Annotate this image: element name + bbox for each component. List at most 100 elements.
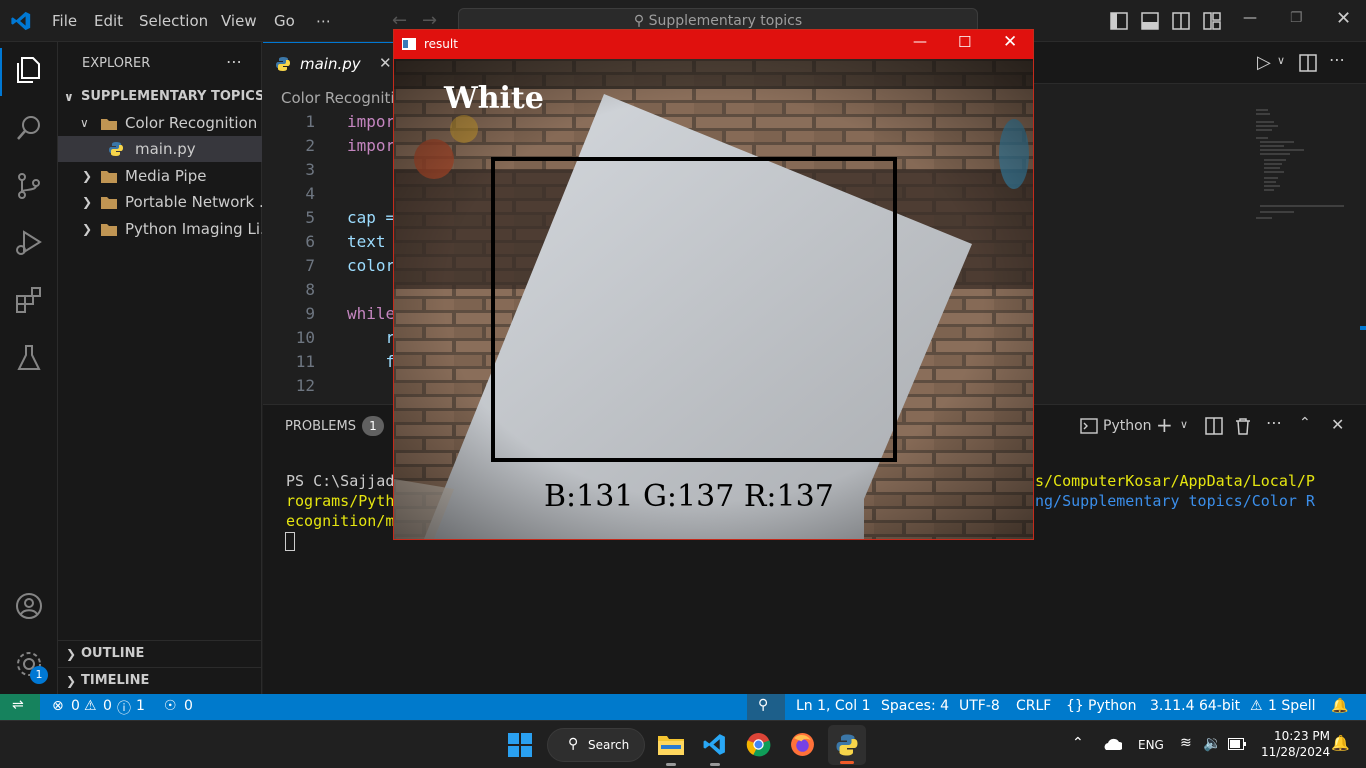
code-line[interactable]: impor xyxy=(347,136,395,155)
line-number: 10 xyxy=(295,328,315,347)
python-taskbar-app[interactable] xyxy=(828,725,866,765)
notification-bell-icon[interactable]: 🔔 xyxy=(1331,734,1350,752)
outline-section[interactable]: ❯ OUTLINE xyxy=(58,641,262,667)
run-python-icon[interactable]: ▷ xyxy=(1257,52,1271,73)
source-control-icon[interactable] xyxy=(13,170,45,202)
testing-icon[interactable] xyxy=(13,342,45,374)
input-language[interactable]: ENG xyxy=(1138,738,1164,752)
encoding[interactable]: UTF-8 xyxy=(959,698,1000,714)
remote-indicator[interactable]: ⇌ xyxy=(0,694,40,720)
zoom-status[interactable]: ⚲ xyxy=(747,694,785,720)
indentation[interactable]: Spaces: 4 xyxy=(881,698,949,714)
folder-portable-network[interactable]: ❯ Portable Network ... xyxy=(58,189,262,215)
line-number: 6 xyxy=(305,232,315,251)
error-count[interactable]: 0 xyxy=(71,698,80,714)
run-debug-icon[interactable] xyxy=(13,226,45,258)
onedrive-icon[interactable] xyxy=(1102,737,1122,751)
terminal-name[interactable]: Python xyxy=(1103,418,1152,434)
chrome-icon[interactable] xyxy=(746,732,771,757)
close-icon[interactable]: ✕ xyxy=(1003,32,1017,52)
restore-icon[interactable]: ❐ xyxy=(1290,10,1303,26)
workspace-root[interactable]: ∨ SUPPLEMENTARY TOPICS xyxy=(58,84,262,110)
volume-icon[interactable]: 🔉 xyxy=(1203,734,1222,752)
customize-layout-icon[interactable] xyxy=(1203,12,1221,30)
scrollbar-marker xyxy=(1360,326,1366,330)
folder-color-recognition[interactable]: ∨ Color Recognition xyxy=(58,110,262,136)
code-line[interactable]: r xyxy=(347,328,396,347)
taskbar-search[interactable]: ⚲ Search xyxy=(547,728,645,762)
language-mode[interactable]: Python xyxy=(1088,698,1137,714)
bell-icon[interactable]: 🔔 xyxy=(1331,698,1348,714)
explorer-more-button[interactable]: ⋯ xyxy=(226,52,242,71)
file-explorer-icon[interactable] xyxy=(658,733,684,755)
trash-icon[interactable] xyxy=(1235,417,1251,435)
close-panel-icon[interactable]: ✕ xyxy=(1331,415,1344,434)
menu-view[interactable]: View xyxy=(221,12,257,30)
forward-arrow-icon[interactable]: → xyxy=(422,10,437,31)
line-number: 5 xyxy=(305,208,315,227)
line-ending[interactable]: CRLF xyxy=(1016,698,1051,714)
warning-count[interactable]: 0 xyxy=(103,698,112,714)
windows-taskbar: ⚲ Search ⌃ ENG ≋ 🔉 10:23 PM 11/28/2024 🔔 xyxy=(0,720,1366,768)
code-line[interactable]: color xyxy=(347,256,395,275)
vscode-taskbar-icon[interactable] xyxy=(702,732,727,757)
bgr-values-label: B:131 G:137 R:137 xyxy=(544,479,834,514)
split-terminal-icon[interactable] xyxy=(1205,417,1223,435)
battery-icon[interactable] xyxy=(1228,738,1246,750)
code-line[interactable]: text xyxy=(347,232,395,251)
code-line[interactable]: cap = xyxy=(347,208,395,227)
menu-file[interactable]: File xyxy=(52,12,77,30)
timeline-section[interactable]: ❯ TIMELINE xyxy=(58,668,262,694)
minimize-icon[interactable]: — xyxy=(1243,10,1257,26)
terminal-line-right: s/ComputerKosar/AppData/Local/P xyxy=(1035,472,1315,490)
extensions-icon[interactable] xyxy=(13,284,45,316)
info-count[interactable]: 1 xyxy=(136,698,145,714)
clock-time[interactable]: 10:23 PM xyxy=(1274,729,1330,743)
code-line[interactable]: f xyxy=(347,352,396,371)
wifi-icon[interactable]: ≋ xyxy=(1180,735,1192,751)
breadcrumb[interactable]: Color Recognitio xyxy=(281,89,404,107)
spell-check[interactable]: 1 Spell xyxy=(1268,698,1316,714)
chevron-right-icon: ❯ xyxy=(82,222,93,236)
tab-close-icon[interactable]: ✕ xyxy=(379,54,392,72)
minimap[interactable] xyxy=(1254,108,1354,228)
panel-more-button[interactable]: ⋯ xyxy=(1266,413,1282,432)
python-icon xyxy=(836,734,858,756)
cursor-position[interactable]: Ln 1, Col 1 xyxy=(796,698,871,714)
explorer-icon[interactable] xyxy=(13,54,45,86)
toggle-panel-icon[interactable] xyxy=(1141,12,1159,30)
search-icon[interactable] xyxy=(13,112,45,144)
menu-selection[interactable]: Selection xyxy=(139,12,208,30)
firefox-icon[interactable] xyxy=(790,732,815,757)
clock-date[interactable]: 11/28/2024 xyxy=(1261,745,1330,759)
chevron-down-icon[interactable]: ∨ xyxy=(1277,54,1285,67)
accounts-icon[interactable] xyxy=(13,590,45,622)
code-line[interactable]: while xyxy=(347,304,395,323)
tab-problems[interactable]: PROBLEMS xyxy=(285,419,356,434)
chevron-up-icon[interactable]: ⌃ xyxy=(1072,735,1084,751)
menu-go[interactable]: Go xyxy=(274,12,295,30)
menu-edit[interactable]: Edit xyxy=(94,12,123,30)
folder-media-pipe[interactable]: ❯ Media Pipe xyxy=(58,163,262,189)
toggle-sidebar-icon[interactable] xyxy=(1110,12,1128,30)
maximize-panel-icon[interactable]: ⌃ xyxy=(1299,415,1311,431)
folder-label: Portable Network ... xyxy=(125,193,262,211)
file-main-py[interactable]: main.py xyxy=(58,136,262,162)
new-terminal-icon[interactable]: + xyxy=(1156,413,1173,437)
toggle-secondary-sidebar-icon[interactable] xyxy=(1172,12,1190,30)
code-line[interactable]: impor xyxy=(347,112,395,131)
menu-more[interactable]: ⋯ xyxy=(316,12,331,30)
back-arrow-icon[interactable]: ← xyxy=(392,10,407,31)
maximize-icon[interactable]: ☐ xyxy=(958,33,971,51)
chevron-down-icon[interactable]: ∨ xyxy=(1180,418,1188,431)
python-interpreter[interactable]: 3.11.4 64-bit xyxy=(1150,698,1240,714)
split-editor-icon[interactable] xyxy=(1299,54,1317,72)
folder-python-imaging[interactable]: ❯ Python Imaging Li... xyxy=(58,216,262,242)
windows-start-icon[interactable] xyxy=(508,733,532,757)
ports-count[interactable]: 0 xyxy=(184,698,193,714)
tab-main-py[interactable]: main.py ✕ xyxy=(263,42,398,84)
minimize-icon[interactable]: — xyxy=(913,34,927,50)
zoom-icon: ⚲ xyxy=(758,697,769,713)
close-icon[interactable]: ✕ xyxy=(1336,8,1351,29)
editor-more-button[interactable]: ⋯ xyxy=(1329,50,1345,69)
